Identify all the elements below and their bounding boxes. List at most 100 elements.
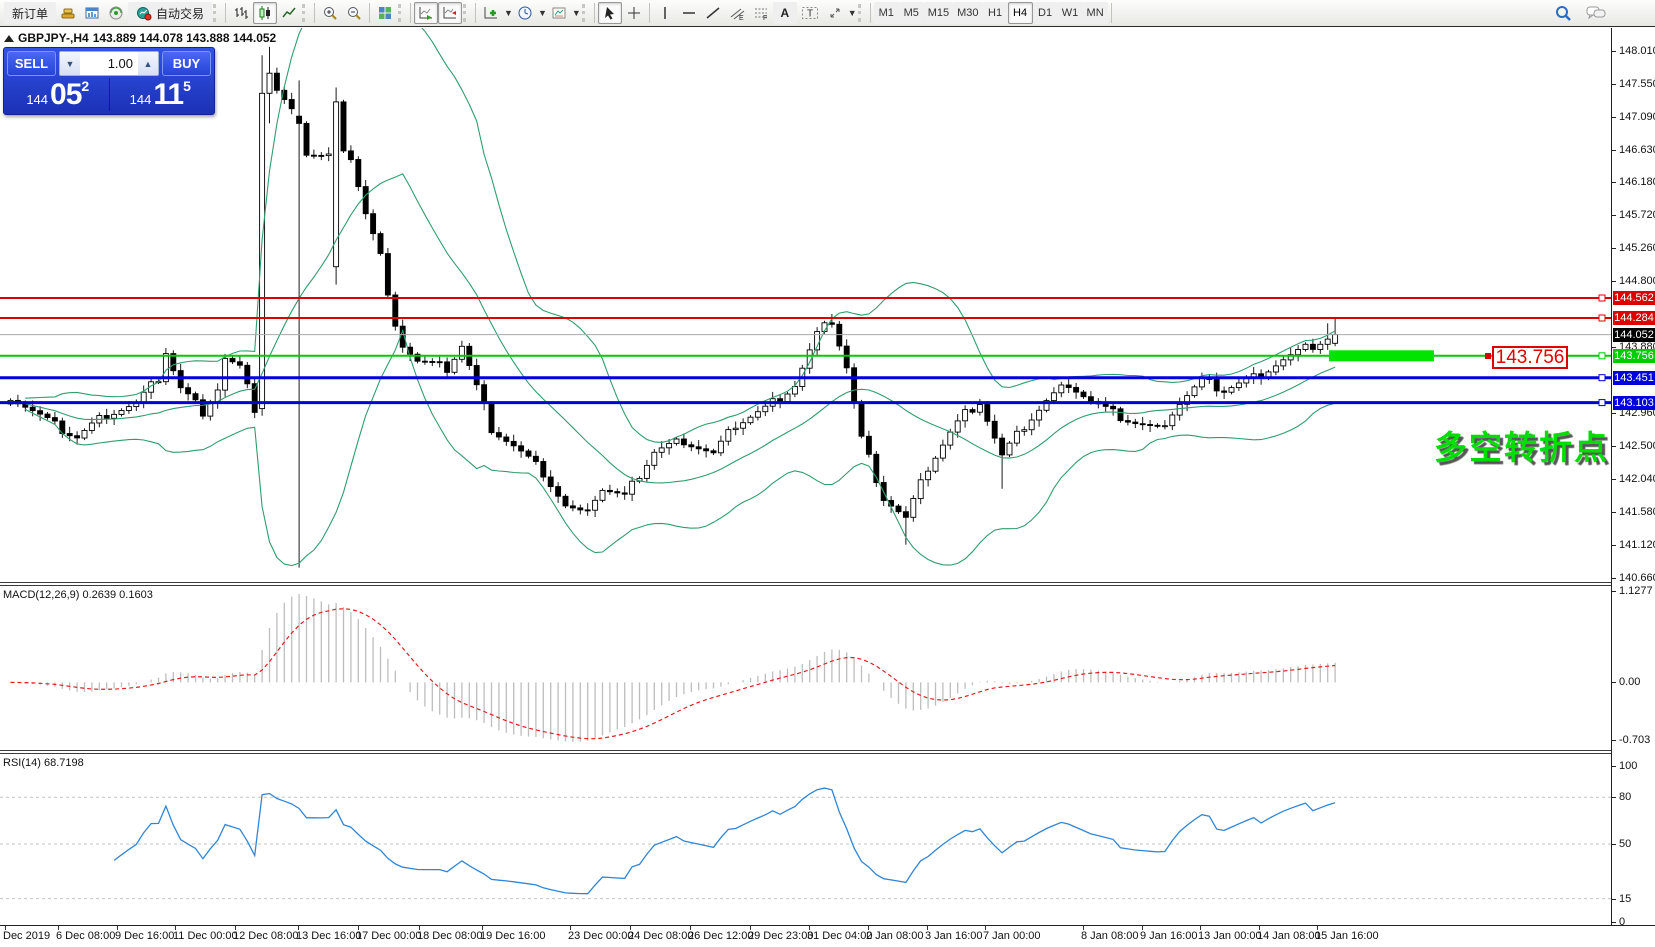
- bar-chart-button[interactable]: [229, 2, 253, 24]
- axis-tick: [1612, 182, 1616, 183]
- timeframe-M1[interactable]: M1: [874, 2, 899, 24]
- callout-anchor-handle[interactable]: [1485, 353, 1491, 359]
- timeframe-M30[interactable]: M30: [953, 2, 982, 24]
- search-icon[interactable]: [1550, 2, 1576, 24]
- timeframe-W1[interactable]: W1: [1058, 2, 1083, 24]
- timeframe-M5[interactable]: M5: [899, 2, 924, 24]
- arrows-caret-icon[interactable]: ▼: [848, 8, 857, 18]
- date-tick-label: 13 Jan 00:00: [1198, 930, 1262, 942]
- candlestick-button[interactable]: [253, 2, 277, 24]
- date-tick-label: 24 Dec 08:00: [628, 930, 693, 942]
- date-tick-label: 6 Dec 08:00: [56, 930, 115, 942]
- arrows-button[interactable]: [823, 2, 847, 24]
- axis-tick: [1612, 281, 1616, 282]
- volume-stepper: ▼ ▲: [59, 51, 159, 76]
- one-click-collapse-icon[interactable]: [4, 35, 14, 42]
- price-tick-label: 140.660: [1619, 571, 1655, 585]
- price-axis[interactable]: 148.010147.550147.090146.630146.180145.7…: [1611, 28, 1655, 925]
- signal-icon[interactable]: [104, 2, 128, 24]
- symbol-title: GBPJPY-,H4: [18, 31, 89, 45]
- chart-window-icon[interactable]: [80, 2, 104, 24]
- price-line-label: 144.562: [1613, 291, 1655, 305]
- axis-tick: [1612, 51, 1616, 52]
- volume-up-button[interactable]: ▲: [138, 52, 158, 75]
- price-callout[interactable]: 143.756: [1492, 346, 1568, 369]
- buy-price-display[interactable]: 144 11 5: [110, 78, 212, 111]
- one-click-trading-panel: SELL ▼ ▲ BUY 144 05 2 144 11 5: [3, 47, 215, 115]
- volume-input[interactable]: [80, 52, 138, 75]
- sell-price-display[interactable]: 144 05 2: [7, 78, 110, 111]
- timeframe-MN[interactable]: MN: [1083, 2, 1108, 24]
- macd-chart-canvas[interactable]: [0, 586, 1611, 749]
- crosshair-button[interactable]: [622, 2, 646, 24]
- date-tick-label: Dec 2019: [3, 930, 50, 942]
- text-button[interactable]: A: [773, 2, 797, 24]
- new-order-button[interactable]: 新订单: [4, 2, 56, 24]
- macd-axis-label: 0.00: [1619, 675, 1640, 689]
- horizontal-line-button[interactable]: [677, 2, 701, 24]
- panel-splitter[interactable]: [0, 750, 1655, 751]
- date-tick-label: 11 Dec 00:00: [173, 930, 238, 942]
- vertical-line-button[interactable]: [653, 2, 677, 24]
- chart-shift-button[interactable]: [438, 2, 462, 24]
- price-tick-label: 141.580: [1619, 505, 1655, 519]
- main-chart-canvas[interactable]: [0, 28, 1611, 582]
- fibonacci-button[interactable]: F: [749, 2, 773, 24]
- rsi-chart-canvas[interactable]: [0, 754, 1611, 924]
- templates-caret-icon[interactable]: ▼: [572, 8, 581, 18]
- templates-button[interactable]: [547, 2, 571, 24]
- axis-tick: [1612, 150, 1616, 151]
- date-tick-label: 29 Dec 23:00: [748, 930, 813, 942]
- price-tick-label: 145.260: [1619, 241, 1655, 255]
- channel-button[interactable]: E: [725, 2, 749, 24]
- timeframe-H4[interactable]: H4: [1008, 2, 1033, 24]
- timeframe-M15[interactable]: M15: [924, 2, 953, 24]
- axis-tick: [1612, 84, 1616, 85]
- fibo-letter: F: [763, 15, 767, 21]
- price-tick-label: 142.500: [1619, 439, 1655, 453]
- date-tick-label: 14 Jan 08:00: [1257, 930, 1321, 942]
- date-tick-label: 12 Dec 08:00: [233, 930, 298, 942]
- buy-price-big: 11: [153, 80, 183, 110]
- tile-windows-button[interactable]: [373, 2, 397, 24]
- auto-scroll-button[interactable]: [414, 2, 438, 24]
- date-tick-label: 18 Dec 08:00: [417, 930, 482, 942]
- auto-trading-button[interactable]: 自动交易: [128, 2, 212, 24]
- zoom-in-button[interactable]: [318, 2, 342, 24]
- timeframe-D1[interactable]: D1: [1033, 2, 1058, 24]
- turning-point-annotation[interactable]: 多空转折点: [1434, 421, 1609, 469]
- price-tick-label: 142.040: [1619, 472, 1655, 486]
- date-tick-label: 19 Dec 16:00: [480, 930, 545, 942]
- price-tick-label: 145.720: [1619, 208, 1655, 222]
- date-tick-label: 3 Jan 16:00: [925, 930, 983, 942]
- zoom-out-button[interactable]: [342, 2, 366, 24]
- indicators-caret-icon[interactable]: ▼: [504, 8, 513, 18]
- sell-button[interactable]: SELL: [7, 51, 56, 76]
- rsi-axis-label: 100: [1619, 759, 1637, 773]
- sell-price-big: 05: [50, 80, 81, 110]
- main-toolbar: 新订单 自动交易 ▼ ▼ ▼ E F A T ▼ M1M5M15M30H1H4D…: [0, 0, 1655, 27]
- text-label-button[interactable]: T: [797, 2, 823, 24]
- gold-bars-icon[interactable]: [56, 2, 80, 24]
- panel-splitter[interactable]: [0, 582, 1655, 583]
- trendline-button[interactable]: [701, 2, 725, 24]
- macd-indicator-label: MACD(12,26,9) 0.2639 0.1603: [3, 589, 153, 601]
- rsi-axis-label: 80: [1619, 790, 1631, 804]
- periods-button[interactable]: [513, 2, 537, 24]
- date-tick-label: 8 Jan 08:00: [1081, 930, 1139, 942]
- buy-button[interactable]: BUY: [162, 51, 211, 76]
- axis-tick: [1612, 347, 1616, 348]
- label-letter: T: [807, 9, 813, 20]
- periods-caret-icon[interactable]: ▼: [538, 8, 547, 18]
- auto-trading-label: 自动交易: [156, 5, 204, 22]
- time-axis[interactable]: Dec 20196 Dec 08:009 Dec 16:0011 Dec 00:…: [0, 925, 1655, 947]
- volume-down-button[interactable]: ▼: [60, 52, 80, 75]
- timeframe-H1[interactable]: H1: [983, 2, 1008, 24]
- macd-axis-label: -0.703: [1619, 733, 1650, 747]
- price-line-label: 143.103: [1613, 396, 1655, 410]
- chat-icon[interactable]: [1582, 2, 1610, 24]
- cursor-button[interactable]: [598, 2, 622, 24]
- indicators-button[interactable]: [479, 2, 503, 24]
- axis-tick: [1612, 479, 1616, 480]
- line-chart-button[interactable]: [277, 2, 301, 24]
